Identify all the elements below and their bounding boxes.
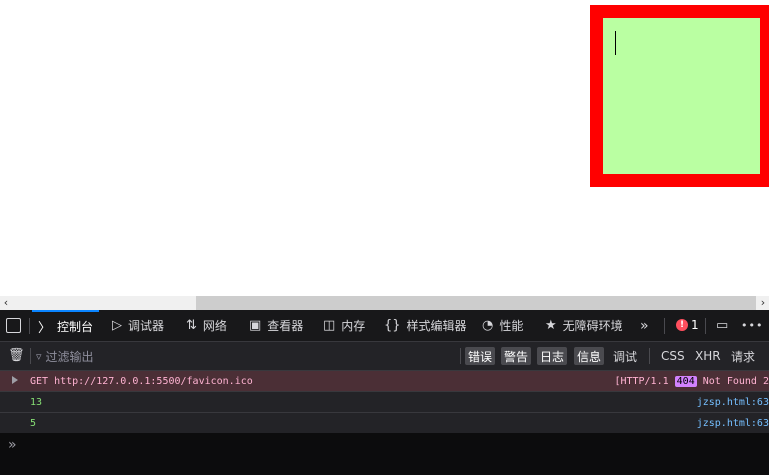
tab-label: 控制台 (57, 320, 94, 334)
page-viewport (0, 0, 769, 296)
request-status: [HTTP/1.1 404 Not Found 2m (614, 375, 769, 387)
filter-divider (649, 348, 650, 364)
console-error-row[interactable]: GET http://127.0.0.1:5500/favicon.ico [H… (0, 371, 769, 392)
accessibility-icon: ★ (545, 318, 557, 333)
filter-divider (460, 348, 461, 364)
filter-input[interactable]: ▿ 过滤输出 (36, 347, 336, 365)
filter-xhr-button[interactable]: XHR (692, 347, 724, 365)
prompt-chevron-icon: » (8, 437, 17, 453)
tab-label: 网络 (202, 319, 227, 333)
source-link[interactable]: jzsp.html:63: (697, 397, 769, 408)
network-icon: ⇅ (186, 318, 197, 333)
horizontal-scrollbar[interactable]: ‹ › (0, 296, 769, 310)
filter-icon: ▿ (36, 349, 42, 363)
devtools-panel: 〉 控制台 ▷ 调试器 ⇅ 网络 ▣ 查看器 ◫ 内存 {} 样式编辑器 ◔ 性… (0, 310, 769, 475)
filter-placeholder: 过滤输出 (45, 349, 94, 364)
element-picker-icon[interactable] (6, 318, 21, 333)
tab-label: 样式编辑器 (406, 319, 467, 333)
tab-label: 无障碍环境 (562, 319, 623, 333)
log-value: 13 (30, 396, 43, 408)
tab-label: 性能 (499, 319, 524, 333)
tab-console[interactable]: 〉 控制台 (32, 310, 100, 341)
source-link[interactable]: jzsp.html:63: (697, 418, 769, 429)
console-log-row: 5 jzsp.html:63: (0, 413, 769, 434)
toolbar-divider (705, 318, 706, 334)
filter-errors-button[interactable]: 错误 (465, 347, 496, 365)
tab-memory[interactable]: ◫ 内存 (323, 310, 365, 341)
filter-requests-button[interactable]: 请求 (728, 347, 758, 365)
scrollbar-thumb[interactable] (196, 296, 756, 310)
memory-icon: ◫ (323, 318, 336, 333)
log-value: 5 (30, 417, 37, 429)
filter-css-button[interactable]: CSS (658, 347, 688, 365)
devtools-toolbar: 〉 控制台 ▷ 调试器 ⇅ 网络 ▣ 查看器 ◫ 内存 {} 样式编辑器 ◔ 性… (0, 310, 769, 342)
editable-green-box[interactable] (603, 18, 760, 174)
filter-divider (30, 348, 31, 364)
scroll-left-icon[interactable]: ‹ (0, 296, 12, 310)
error-count-badge[interactable]: ! 1 (676, 318, 699, 332)
tab-debugger[interactable]: ▷ 调试器 (112, 310, 164, 341)
responsive-mode-icon: ▭ (716, 318, 729, 333)
console-filter-bar: 🗑 ▿ 过滤输出 错误 警告 日志 信息 调试 CSS XHR 请求 (0, 342, 769, 371)
tab-label: 查看器 (267, 319, 304, 333)
performance-icon: ◔ (482, 318, 494, 333)
tab-label: 内存 (341, 319, 366, 333)
filter-logs-button[interactable]: 日志 (537, 347, 568, 365)
tab-accessibility[interactable]: ★ 无障碍环境 (545, 310, 623, 341)
chevron-double-right-icon: » (640, 317, 649, 334)
more-options-icon: ••• (741, 319, 764, 332)
tab-style-editor[interactable]: {} 样式编辑器 (384, 310, 467, 341)
text-caret (615, 31, 616, 55)
more-tabs-button[interactable]: » (640, 310, 649, 341)
console-messages: GET http://127.0.0.1:5500/favicon.ico [H… (0, 371, 769, 434)
error-icon: ! (676, 319, 688, 331)
request-url: GET http://127.0.0.1:5500/favicon.ico (30, 375, 253, 387)
options-menu-button[interactable]: ••• (741, 310, 763, 341)
tab-inspector[interactable]: ▣ 查看器 (249, 310, 303, 341)
status-code-badge: 404 (674, 375, 697, 387)
error-count: 1 (691, 318, 699, 332)
toolbar-divider (29, 318, 30, 334)
console-log-row: 13 jzsp.html:63: (0, 392, 769, 413)
filter-debug-button[interactable]: 调试 (610, 347, 640, 365)
trash-icon[interactable]: 🗑 (8, 348, 25, 363)
tab-performance[interactable]: ◔ 性能 (482, 310, 523, 341)
style-editor-icon: {} (384, 318, 401, 333)
tab-network[interactable]: ⇅ 网络 (186, 310, 227, 341)
responsive-design-button[interactable]: ▭ (716, 310, 728, 341)
toolbar-divider (664, 318, 665, 334)
console-icon: 〉 (38, 321, 52, 336)
tab-label: 调试器 (128, 319, 165, 333)
console-input[interactable]: » (0, 433, 769, 475)
filter-warnings-button[interactable]: 警告 (501, 347, 532, 365)
inspector-icon: ▣ (249, 318, 262, 333)
expand-arrow-icon[interactable] (12, 376, 18, 384)
scroll-right-icon[interactable]: › (757, 296, 769, 310)
debugger-icon: ▷ (112, 318, 122, 333)
filter-info-button[interactable]: 信息 (574, 347, 605, 365)
